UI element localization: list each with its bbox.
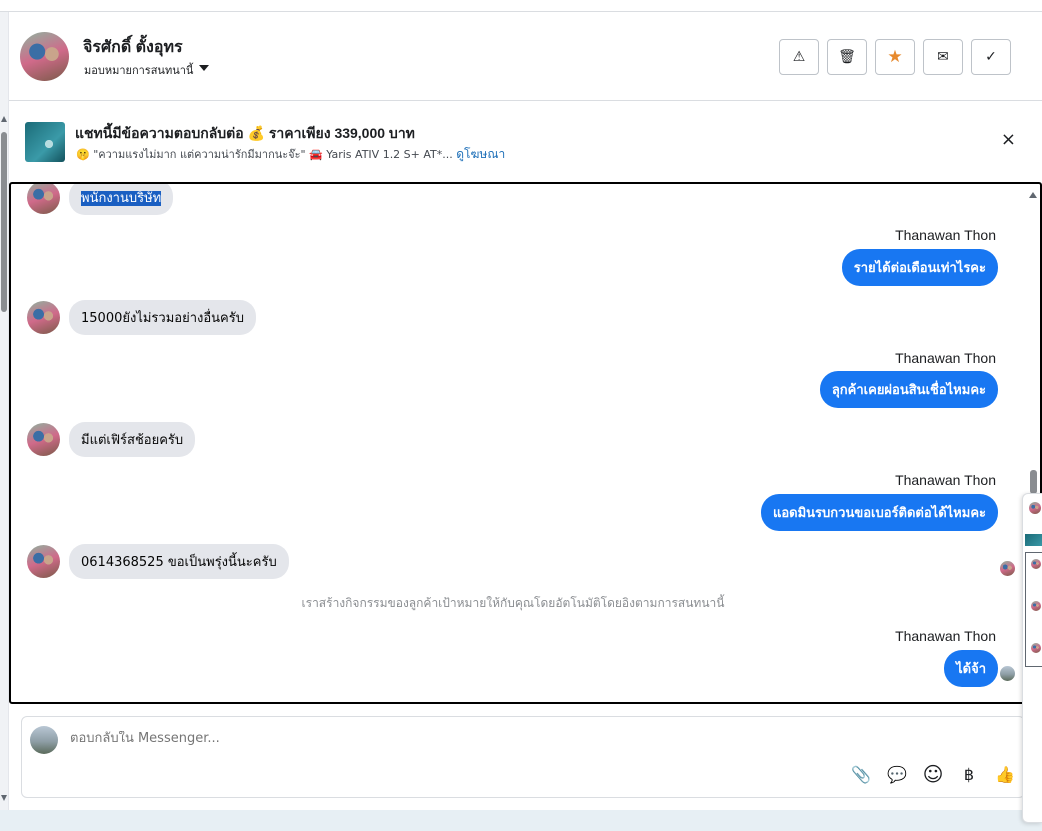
contact-avatar[interactable] <box>27 184 60 214</box>
sender-name: Thanawan Thon <box>895 628 996 644</box>
outgoing-message-bubble[interactable]: รายได้ต่อเดือนเท่าไรคะ <box>841 249 998 286</box>
close-icon[interactable]: × <box>1001 131 1016 149</box>
envelope-icon: ✉ <box>937 49 949 65</box>
incoming-message: 15000ยังไม่รวมอย่างอื่นครับ <box>27 300 256 335</box>
assign-conversation-dropdown[interactable]: มอบหมายการสนทนานี้ <box>84 61 210 79</box>
conversation-header: จิรศักดิ์ ตั้งอุทร มอบหมายการสนทนานี้ ⚠ … <box>9 13 1042 101</box>
contact-avatar[interactable] <box>20 32 69 81</box>
scroll-up-arrow-icon[interactable] <box>1 116 7 122</box>
composer-toolbar: 📎 💬 ☺ ฿ 👍 <box>850 762 1016 786</box>
ad-thumbnail[interactable] <box>25 122 65 162</box>
scroll-down-arrow-icon[interactable] <box>1 795 7 801</box>
mark-unread-button[interactable]: ✉ <box>923 39 963 75</box>
view-ad-link[interactable]: ดูโฆษณา <box>456 147 505 161</box>
outgoing-message-bubble[interactable]: แอดมินรบกวนขอเบอร์ติดต่อได้ไหมคะ <box>760 494 998 531</box>
panel-list <box>1025 552 1042 667</box>
scroll-thumb[interactable] <box>1 132 7 312</box>
baht-payment-icon[interactable]: ฿ <box>958 763 980 785</box>
delete-button[interactable]: 🗑 <box>827 39 867 75</box>
report-spam-button[interactable]: ⚠ <box>779 39 819 75</box>
star-icon: ★ <box>887 47 903 67</box>
star-button[interactable]: ★ <box>875 39 915 75</box>
left-scrollbar[interactable] <box>0 12 9 812</box>
ad-banner-title: แชทนี้มีข้อความตอบกลับต่อ 💰 ราคาเพียง 33… <box>75 125 415 141</box>
emoji-icon[interactable]: ☺ <box>922 762 944 786</box>
incoming-message: มีแต่เฟิร์สช้อยครับ <box>27 422 196 457</box>
page-avatar <box>30 726 58 754</box>
contact-avatar[interactable] <box>27 545 60 578</box>
sender-name: Thanawan Thon <box>895 472 996 488</box>
header-actions: ⚠ 🗑 ★ ✉ ✓ <box>779 39 1011 75</box>
trash-icon: 🗑 <box>838 49 856 65</box>
ad-banner-subtitle: 🤫 "ความแรงไม่มาก แต่ความน่ารักมีมากนะจ๊ะ… <box>76 145 505 164</box>
incoming-message: 0614368525 ขอเป็นพรุ่งนี้นะครับ <box>27 544 289 579</box>
scroll-up-arrow-icon[interactable] <box>1029 192 1037 198</box>
reply-input[interactable] <box>70 731 770 746</box>
bottom-background <box>0 810 1042 831</box>
checkmark-icon: ✓ <box>985 49 997 65</box>
chevron-down-icon <box>199 65 210 71</box>
message-thread[interactable]: พนักงานบริษัท Thanawan Thon รายได้ต่อเดื… <box>9 182 1042 704</box>
message-text: พนักงานบริษัท <box>81 191 162 206</box>
incoming-message: พนักงานบริษัท <box>27 184 174 215</box>
ad-description: 🤫 "ความแรงไม่มาก แต่ความน่ารักมีมากนะจ๊ะ… <box>76 148 453 161</box>
saved-reply-icon[interactable]: 💬 <box>886 763 908 785</box>
mark-done-button[interactable]: ✓ <box>971 39 1011 75</box>
contact-avatar[interactable] <box>1029 502 1041 514</box>
contact-avatar[interactable] <box>1031 559 1041 569</box>
assign-label: มอบหมายการสนทนานี้ <box>84 64 194 77</box>
seen-indicator-avatar <box>1000 561 1015 576</box>
message-bubble[interactable]: 15000ยังไม่รวมอย่างอื่นครับ <box>69 300 256 335</box>
message-bubble[interactable]: 0614368525 ขอเป็นพรุ่งนี้นะครับ <box>69 544 289 579</box>
contact-avatar[interactable] <box>27 301 60 334</box>
contact-avatar[interactable] <box>1031 643 1041 653</box>
top-border <box>0 0 1042 12</box>
message-bubble[interactable]: พนักงานบริษัท <box>69 184 174 215</box>
scroll-thumb[interactable] <box>1030 470 1037 494</box>
sender-name: Thanawan Thon <box>895 350 996 366</box>
contact-name[interactable]: จิรศักดิ์ ตั้งอุทร <box>83 35 183 60</box>
read-receipt-avatar <box>1000 666 1015 681</box>
system-note: เราสร้างกิจกรรมของลูกค้าเป้าหมายให้กับคุ… <box>301 596 725 610</box>
contact-avatar[interactable] <box>1031 601 1041 611</box>
sender-name: Thanawan Thon <box>895 227 996 243</box>
outgoing-message-bubble[interactable]: ลุกค้าเคยผ่อนสินเชื่อไหมคะ <box>819 371 998 408</box>
outgoing-message-bubble[interactable]: ได้จ้า <box>944 650 998 687</box>
thumbs-up-icon[interactable]: 👍 <box>994 763 1016 785</box>
contact-avatar[interactable] <box>27 423 60 456</box>
side-popup-panel[interactable] <box>1022 493 1042 823</box>
reply-composer: 📎 💬 ☺ ฿ 👍 <box>21 716 1025 798</box>
ad-thumbnail <box>1025 534 1042 546</box>
message-bubble[interactable]: มีแต่เฟิร์สช้อยครับ <box>69 422 196 457</box>
warning-icon: ⚠ <box>792 49 806 65</box>
ad-context-banner: แชทนี้มีข้อความตอบกลับต่อ 💰 ราคาเพียง 33… <box>9 102 1042 182</box>
attach-icon[interactable]: 📎 <box>850 763 872 785</box>
